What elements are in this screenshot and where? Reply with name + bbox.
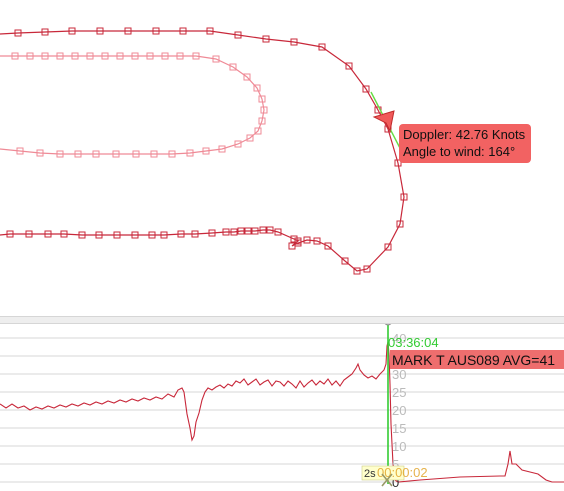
mark-label: MARK T AUS089 AVG=41 (392, 352, 555, 368)
panel-divider[interactable] (0, 316, 564, 324)
cursor-time-label: 03:36:04 (388, 335, 439, 350)
speed-chart[interactable]: 40 35 30 25 20 15 10 5 0 03:36:04 MARK T… (0, 324, 564, 491)
slider-step-label: 2s (364, 468, 376, 480)
y-tick-15: 15 (392, 421, 406, 436)
circle-handle-icon[interactable] (384, 324, 392, 326)
tooltip-doppler: Doppler: 42.76 Knots (403, 127, 526, 142)
tooltip-angle: Angle to wind: 164° (403, 144, 516, 159)
secondary-track (0, 55, 265, 155)
track-map[interactable]: Doppler: 42.76 Knots Angle to wind: 164° (0, 0, 564, 316)
y-tick-25: 25 (392, 385, 406, 400)
y-tick-30: 30 (392, 367, 406, 382)
speed-chart-canvas[interactable]: 40 35 30 25 20 15 10 5 0 03:36:04 MARK T… (0, 324, 564, 491)
y-tick-10: 10 (392, 439, 406, 454)
secondary-track-points (11, 52, 268, 158)
boat-tooltip: Doppler: 42.76 Knots Angle to wind: 164° (399, 124, 532, 163)
y-tick-20: 20 (392, 403, 406, 418)
boat-marker-icon[interactable] (372, 110, 395, 133)
